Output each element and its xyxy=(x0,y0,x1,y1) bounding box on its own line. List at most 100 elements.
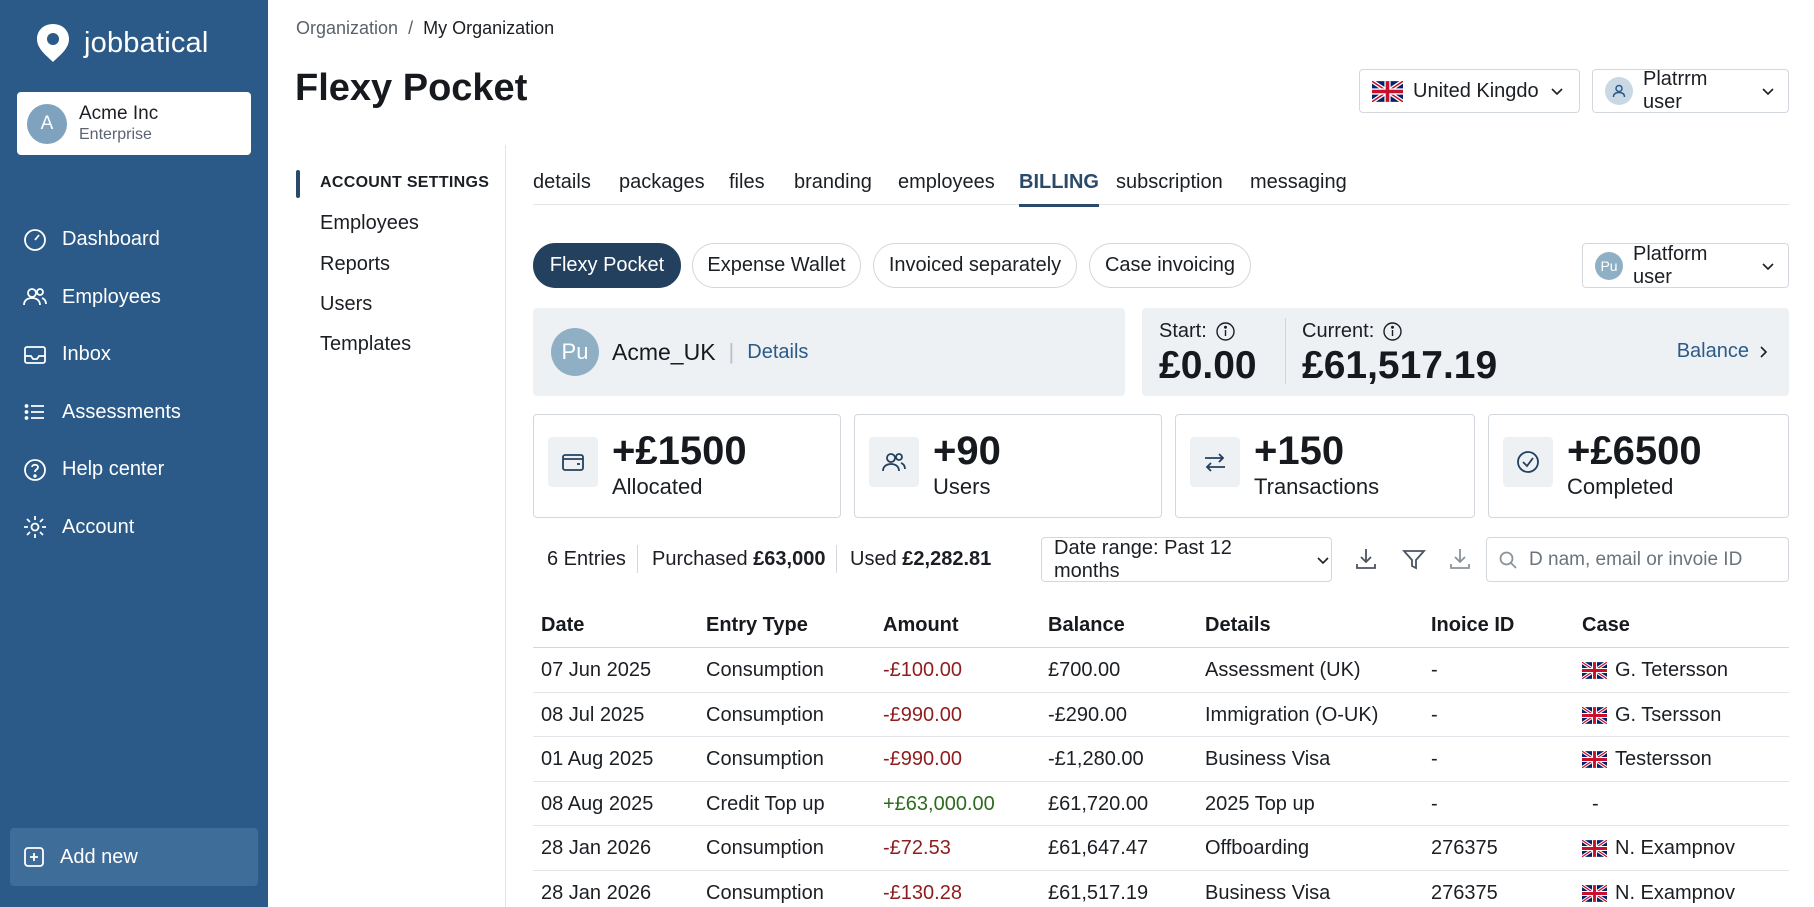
uk-flag-icon xyxy=(1582,840,1607,857)
transfer-icon xyxy=(1190,437,1240,487)
tab-branding[interactable]: branding xyxy=(794,171,872,194)
breadcrumb-separator: / xyxy=(408,18,414,38)
sidebar-item-employees[interactable]: Employees xyxy=(0,269,268,327)
pill-case-invoicing[interactable]: Case invoicing xyxy=(1089,243,1251,288)
cell-invoice-id: - xyxy=(1431,703,1438,726)
cell-amount: -£990.00 xyxy=(883,748,962,770)
column-header-amount[interactable]: Amount xyxy=(883,614,959,637)
column-header-details[interactable]: Details xyxy=(1205,614,1271,637)
account-name: Acme_UK xyxy=(612,338,716,365)
cell-case: Testersson xyxy=(1582,748,1712,771)
pill-expense-wallet[interactable]: Expense Wallet xyxy=(692,243,861,288)
case-name[interactable]: Testersson xyxy=(1615,748,1712,771)
check-circle-icon xyxy=(1503,437,1553,487)
info-icon[interactable] xyxy=(1215,321,1236,342)
balance-link[interactable]: Balance xyxy=(1677,340,1769,363)
settings-item-employees[interactable]: Employees xyxy=(320,212,419,235)
info-icon[interactable] xyxy=(1382,321,1403,342)
download-icon[interactable] xyxy=(1352,545,1380,573)
cell-case: G. Tsersson xyxy=(1582,704,1721,727)
balance-card: Start: £0.00 Current: £61,517.19 Balance xyxy=(1142,308,1789,396)
breadcrumb: Organization / My Organization xyxy=(296,18,554,39)
settings-item-reports[interactable]: Reports xyxy=(320,253,390,276)
logo[interactable]: jobbatical xyxy=(32,22,209,64)
tab-employees[interactable]: employees xyxy=(898,171,995,194)
org-switcher[interactable]: A Acme Inc Enterprise xyxy=(17,92,251,155)
case-name: - xyxy=(1592,792,1599,815)
cell-details: Business Visa xyxy=(1205,881,1331,904)
org-plan: Enterprise xyxy=(79,126,152,143)
gear-icon xyxy=(24,516,46,539)
case-name[interactable]: N. Exampnov xyxy=(1615,882,1735,905)
column-header-entry-type[interactable]: Entry Type xyxy=(706,614,808,637)
tab-messaging[interactable]: messaging xyxy=(1250,171,1347,194)
platform-user-select[interactable]: Pu Platform user xyxy=(1582,243,1789,288)
sidebar-item-help-center[interactable]: Help center xyxy=(0,441,268,499)
search-input[interactable] xyxy=(1529,548,1779,571)
tab-bar: details packages files branding employee… xyxy=(533,168,1789,207)
breadcrumb-current: My Organization xyxy=(423,18,555,38)
column-header-invoice-id[interactable]: Inoice ID xyxy=(1431,614,1514,637)
user-menu[interactable]: Platrrm user xyxy=(1592,68,1789,113)
sidebar-item-assessments[interactable]: Assessments xyxy=(0,384,268,442)
sidebar-item-account[interactable]: Account xyxy=(0,499,268,557)
tab-subscription[interactable]: subscription xyxy=(1116,171,1223,194)
tab-details[interactable]: details xyxy=(533,171,591,194)
table-row[interactable]: 28 Jan 2026 Consumption -£72.53 £61,647.47 O… xyxy=(533,826,1789,871)
balance-divider xyxy=(1285,318,1286,384)
pill-flexy-pocket[interactable]: Flexy Pocket xyxy=(533,243,681,288)
pill-invoiced-separately[interactable]: Invoiced separately xyxy=(873,243,1077,288)
inbox-icon xyxy=(24,345,46,364)
users-icon xyxy=(23,288,47,306)
cell-date: 08 Jul 2025 xyxy=(541,703,645,726)
column-header-case[interactable]: Case xyxy=(1582,614,1630,637)
account-avatar: Pu xyxy=(551,328,599,376)
tab-files[interactable]: files xyxy=(729,171,765,194)
account-details-link[interactable]: Details xyxy=(747,341,808,364)
table-row[interactable]: 01 Aug 2025 Consumption -£990.00 -£1,280.00… xyxy=(533,737,1789,782)
tab-billing[interactable]: BILLING xyxy=(1019,171,1099,207)
tab-packages[interactable]: packages xyxy=(619,171,705,194)
search-box[interactable] xyxy=(1486,537,1789,582)
chevron-down-icon xyxy=(1762,88,1774,96)
cell-invoice-id: - xyxy=(1431,748,1438,770)
case-name[interactable]: N. Exampnov xyxy=(1615,837,1735,860)
jobbatical-logo-icon xyxy=(37,24,69,62)
settings-item-templates[interactable]: Templates xyxy=(320,333,411,356)
sidebar-item-inbox[interactable]: Inbox xyxy=(0,326,268,384)
table-row[interactable]: 08 Jul 2025 Consumption -£990.00 -£290.00 Im… xyxy=(533,693,1789,737)
cell-details: Assessment (UK) xyxy=(1205,659,1361,681)
sidebar-item-dashboard[interactable]: Dashboard xyxy=(0,211,268,269)
cell-invoice-id: - xyxy=(1431,792,1438,815)
breadcrumb-root[interactable]: Organization xyxy=(296,18,398,39)
cell-balance: £61,517.19 xyxy=(1048,881,1149,904)
case-name[interactable]: G. Tsersson xyxy=(1615,704,1721,727)
stat-value: +£1500 xyxy=(612,429,747,473)
cell-details: 2025 Top up xyxy=(1205,792,1315,815)
purchased-value: £63,000 xyxy=(753,548,826,570)
filter-icon[interactable] xyxy=(1400,545,1428,573)
table-row[interactable]: 07 Jun 2025 Consumption -£100.00 £700.00 Ass… xyxy=(533,648,1789,693)
stat-label: Users xyxy=(933,474,991,499)
cell-balance: -£1,280.00 xyxy=(1048,748,1144,770)
country-select[interactable]: United Kingdoı xyxy=(1359,69,1580,113)
current-balance: Current: £61,517.19 xyxy=(1302,320,1497,388)
dashboard-icon xyxy=(24,228,46,251)
settings-item-users[interactable]: Users xyxy=(320,293,372,316)
page-title: Flexy Pocket xyxy=(295,67,528,109)
cell-amount: -£130.28 xyxy=(883,881,962,904)
chevron-down-icon xyxy=(1551,88,1563,96)
used-label: Used xyxy=(850,548,897,570)
stat-allocated: +£1500 Allocated xyxy=(533,414,841,518)
table-row[interactable]: 08 Aug 2025 Credit Top up +£63,000.00 £61,7… xyxy=(533,782,1789,826)
case-name[interactable]: G. Tetersson xyxy=(1615,659,1728,682)
date-range-select[interactable]: Date range: Past 12 months xyxy=(1041,537,1332,582)
cell-balance: £61,720.00 xyxy=(1048,792,1149,815)
add-new-button[interactable]: Add new xyxy=(10,828,258,886)
column-header-date[interactable]: Date xyxy=(541,614,584,637)
table-row[interactable]: 28 Jan 2026 Consumption -£130.28 £61,517.19… xyxy=(533,871,1789,907)
column-header-balance[interactable]: Balance xyxy=(1048,614,1125,637)
uk-flag-icon xyxy=(1582,751,1607,768)
account-card: Pu Acme_UK | Details xyxy=(533,308,1125,396)
export-icon[interactable] xyxy=(1446,545,1474,573)
